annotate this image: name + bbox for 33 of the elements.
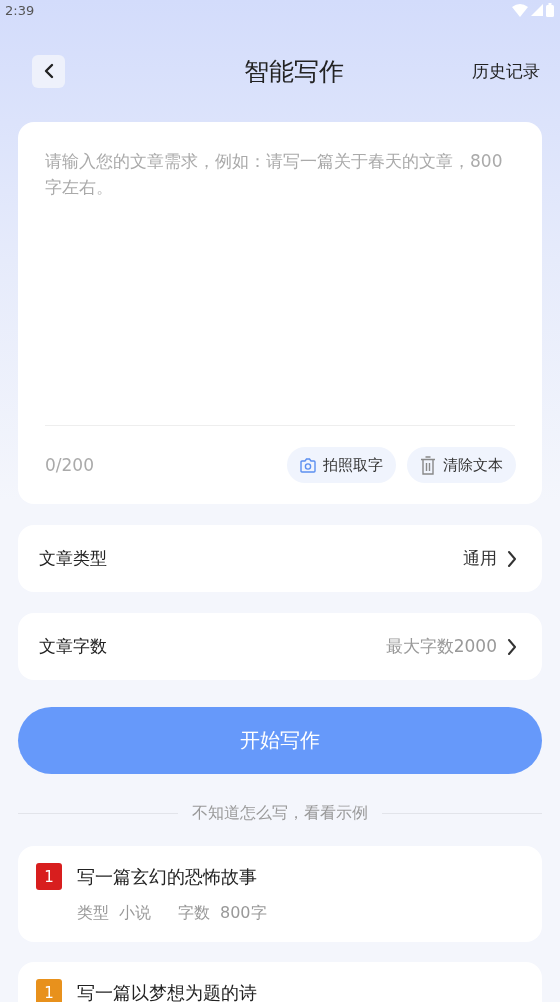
chevron-right-icon [507,637,517,656]
example-title: 写一篇玄幻的恐怖故事 [77,864,257,889]
setting-label: 文章类型 [39,547,108,570]
battery-icon [546,3,554,17]
meta-value: 小说 [119,903,151,924]
example-title: 写一篇以梦想为题的诗 [77,980,257,1002]
setting-value: 通用 [463,547,497,570]
clear-button[interactable]: 清除文本 [407,447,516,483]
status-time: 2:39 [5,2,35,18]
meta-label: 字数 [178,903,210,924]
wifi-icon [512,3,528,17]
setting-value: 最大字数2000 [385,635,497,658]
history-link[interactable]: 历史记录 [472,59,540,83]
camera-icon [300,457,316,473]
meta-value: 800字 [220,903,267,924]
chevron-right-icon [507,549,517,568]
rank-badge: 1 [36,979,62,1002]
setting-row[interactable]: 文章字数 最大字数2000 [18,613,542,680]
back-icon [43,63,54,79]
meta-label: 类型 [77,903,109,924]
input-field[interactable]: 请输入您的文章需求，例如：请写一篇关于春天的文章，800字左右。 0/200 拍照取字 清除文本 [18,122,542,504]
setting-row[interactable]: 文章类型 通用 [18,525,542,592]
example-card[interactable]: 1 写一篇玄幻的恐怖故事 类型 小说 字数 800字 [18,846,542,942]
setting-label: 文章字数 [39,635,108,658]
back-button[interactable] [32,54,65,88]
photo-button[interactable]: 拍照取字 [287,447,396,483]
rank-badge: 1 [36,863,62,890]
char-counter: 0/200 [45,455,94,475]
trash-icon [420,455,436,475]
examples-caption: 不知道怎么写，看看示例 [192,802,368,824]
signal-icon [531,4,543,16]
example-card[interactable]: 1 写一篇以梦想为题的诗 [18,962,542,1002]
page-title: 智能写作 [243,55,344,88]
